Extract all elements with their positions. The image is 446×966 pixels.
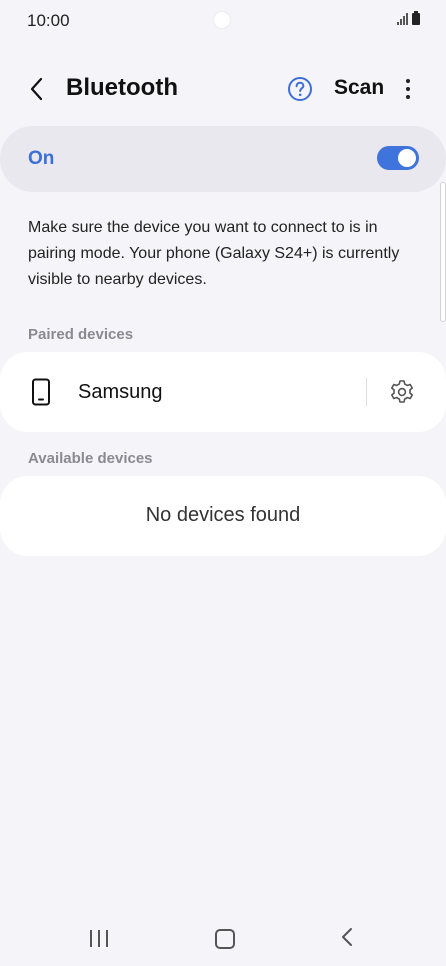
scroll-indicator (440, 182, 446, 322)
home-icon[interactable] (215, 929, 235, 949)
status-bar: 10:00 (0, 0, 446, 44)
front-camera (214, 12, 230, 28)
page-title: Bluetooth (66, 74, 178, 101)
nav-back-icon[interactable] (340, 927, 354, 947)
paired-device-item[interactable]: Samsung (0, 352, 446, 432)
switch-state-label: On (28, 148, 55, 169)
gear-icon[interactable] (388, 378, 416, 406)
available-devices-header: Available devices (28, 450, 153, 467)
divider (366, 378, 367, 406)
phone-icon (32, 378, 50, 406)
available-devices-card: No devices found (0, 476, 446, 556)
scan-button[interactable]: Scan (334, 76, 384, 100)
navigation-bar (0, 910, 446, 966)
app-bar: Bluetooth Scan (0, 64, 446, 114)
paired-devices-header: Paired devices (28, 326, 134, 343)
bluetooth-settings-screen: 10:00 Bluetooth Scan On Make sure the de… (0, 0, 446, 966)
bluetooth-toggle[interactable] (377, 146, 419, 170)
back-button[interactable] (22, 74, 52, 104)
bluetooth-master-switch-row[interactable]: On (0, 126, 446, 192)
battery-icon (412, 11, 420, 25)
system-icons (397, 11, 420, 25)
help-icon[interactable] (287, 76, 313, 102)
recents-icon[interactable] (90, 930, 108, 947)
chevron-left-icon (30, 77, 43, 101)
empty-state-text: No devices found (145, 504, 301, 526)
device-name: Samsung (78, 381, 163, 403)
status-time: 10:00 (27, 11, 70, 30)
more-options-icon[interactable] (398, 76, 418, 102)
pairing-info-text: Make sure the device you want to connect… (28, 219, 400, 288)
signal-icon (397, 13, 408, 25)
